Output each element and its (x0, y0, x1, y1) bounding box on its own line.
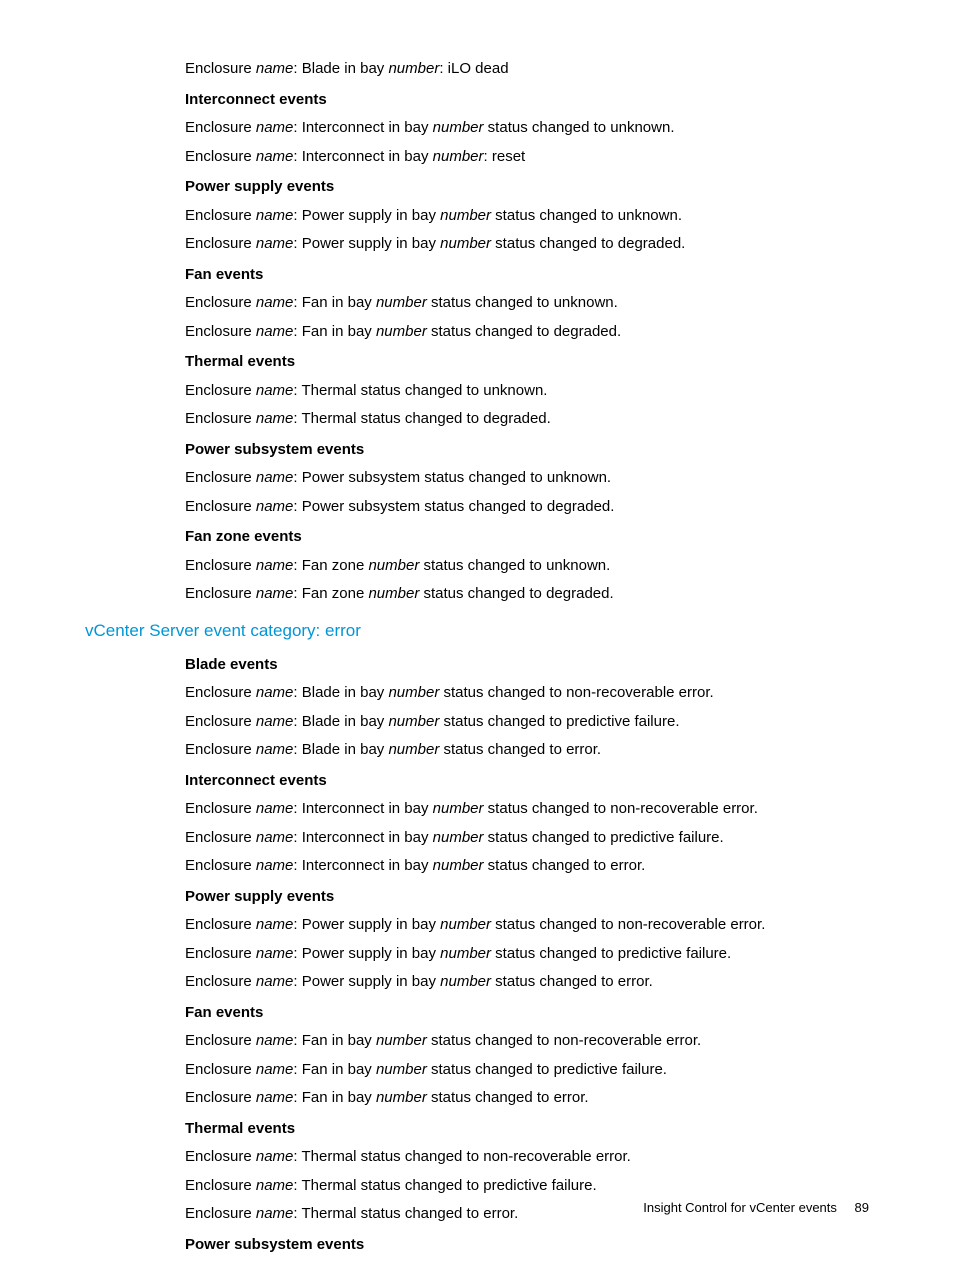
event-line: Enclosure name: Power supply in bay numb… (185, 230, 869, 259)
page-number: 89 (855, 1200, 869, 1215)
event-line: Enclosure name: Fan in bay number status… (185, 1056, 869, 1085)
event-line: Enclosure name: Blade in bay number: iLO… (185, 55, 869, 84)
event-line: Enclosure name: Power supply in bay numb… (185, 968, 869, 997)
heading-blade: Blade events (185, 651, 869, 680)
event-line: Enclosure name: Power subsystem status c… (185, 493, 869, 522)
heading-power-supply: Power supply events (185, 883, 869, 912)
event-line: Enclosure name: Blade in bay number stat… (185, 736, 869, 765)
event-line: Enclosure name: Power subsystem status c… (185, 464, 869, 493)
event-line: Enclosure name: Power supply in bay numb… (185, 202, 869, 231)
event-line: Enclosure name: Thermal status changed t… (185, 1143, 869, 1172)
event-line: Enclosure name: Interconnect in bay numb… (185, 824, 869, 853)
heading-power-sub: Power subsystem events (185, 436, 869, 465)
heading-interconnect: Interconnect events (185, 86, 869, 115)
event-line: Enclosure name: Interconnect in bay numb… (185, 143, 869, 172)
footer-text: Insight Control for vCenter events (643, 1200, 837, 1215)
event-line: Enclosure name: Interconnect in bay numb… (185, 795, 869, 824)
heading-power-supply: Power supply events (185, 173, 869, 202)
page-footer: Insight Control for vCenter events 89 (643, 1196, 869, 1221)
event-line: Enclosure name: Fan in bay number status… (185, 318, 869, 347)
heading-fan: Fan events (185, 261, 869, 290)
heading-power-sub: Power subsystem events (185, 1231, 869, 1260)
section-heading-error: vCenter Server event category: error (85, 615, 869, 647)
heading-thermal: Thermal events (185, 348, 869, 377)
event-line: Enclosure name: Power supply in bay numb… (185, 911, 869, 940)
heading-fan-zone: Fan zone events (185, 523, 869, 552)
heading-fan: Fan events (185, 999, 869, 1028)
event-line: Enclosure name: Fan zone number status c… (185, 580, 869, 609)
event-line: Enclosure name: Blade in bay number stat… (185, 679, 869, 708)
event-line: Enclosure name: Blade in bay number stat… (185, 708, 869, 737)
heading-thermal: Thermal events (185, 1115, 869, 1144)
event-line: Enclosure name: Fan in bay number status… (185, 1084, 869, 1113)
event-line: Enclosure name: Fan zone number status c… (185, 552, 869, 581)
event-line: Enclosure name: Power supply in bay numb… (185, 940, 869, 969)
event-line: Enclosure name: Thermal status changed t… (185, 405, 869, 434)
event-line: Enclosure name: Interconnect in bay numb… (185, 114, 869, 143)
event-line: Enclosure name: Fan in bay number status… (185, 1027, 869, 1056)
event-line: Enclosure name: Thermal status changed t… (185, 377, 869, 406)
event-line: Enclosure name: Interconnect in bay numb… (185, 852, 869, 881)
event-line: Enclosure name: Fan in bay number status… (185, 289, 869, 318)
heading-interconnect: Interconnect events (185, 767, 869, 796)
